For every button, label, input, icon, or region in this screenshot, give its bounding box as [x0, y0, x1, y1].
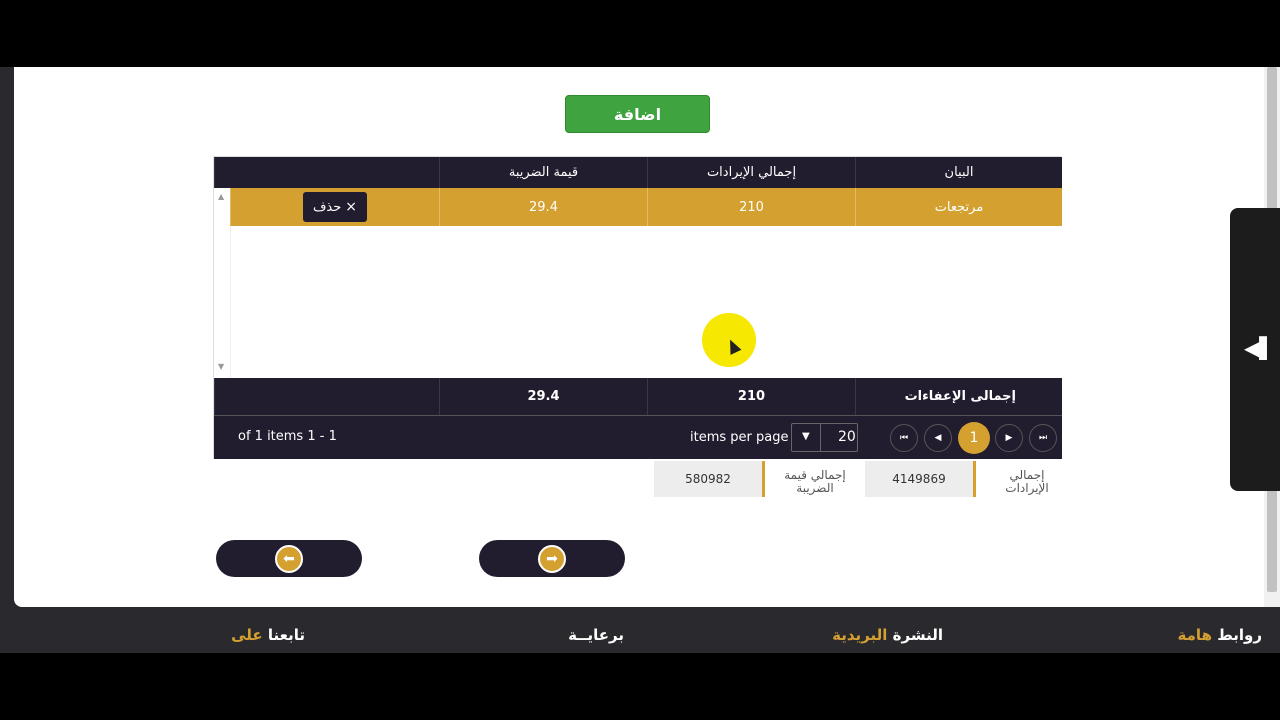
items-per-page-label: items per page — [690, 430, 789, 445]
prev-page-icon[interactable]: ◀ — [924, 424, 952, 452]
total-revenue-field[interactable]: 4149869 — [865, 461, 976, 497]
page: اضافة البيان إجمالي الإيرادات قيمة الضري… — [0, 67, 1280, 653]
grid-header: البيان إجمالي الإيرادات قيمة الضريبة — [214, 157, 1062, 188]
arrow-left-icon: ⬅ — [275, 544, 303, 573]
chevron-down-icon: ▼ — [802, 431, 810, 442]
grid-footer: إجمالى الإعفاءات 210 29.4 — [214, 378, 1062, 415]
delete-button[interactable]: حذف × — [302, 192, 368, 222]
column-header-actions — [214, 157, 439, 188]
previous-step-button[interactable]: ⬅ — [216, 540, 362, 577]
arrow-right-icon: ➡ — [538, 544, 566, 573]
close-icon: × — [345, 199, 358, 215]
last-page-icon[interactable]: ⏭ — [1029, 424, 1057, 452]
table-row[interactable]: مرتجعات 210 29.4 حذف × — [230, 188, 1062, 226]
add-button[interactable]: اضافة — [565, 95, 710, 133]
collapse-panel-icon: ◀▌ — [1244, 336, 1275, 360]
page-size-value: 20 — [838, 429, 856, 445]
first-page-icon[interactable]: ⏮ — [890, 424, 918, 452]
cell-description: مرتجعات — [855, 188, 1062, 226]
cell-revenue: 210 — [647, 188, 855, 226]
pager-info: of 1 items 1 - 1 — [238, 429, 337, 444]
scroll-down-icon[interactable]: ▼ — [218, 362, 224, 371]
footer-revenue: 210 — [647, 378, 855, 415]
pager: of 1 items 1 - 1 items per page ▼ 20 ⏮ ◀… — [214, 415, 1062, 459]
footer-tax: 29.4 — [439, 378, 647, 415]
footer-follow-heading[interactable]: تابعنا على — [231, 626, 305, 644]
page-size-select[interactable]: ▼ 20 — [791, 423, 858, 452]
grid-body[interactable]: ▲ ▼ مرتجعات 210 29.4 حذف × — [214, 188, 1062, 378]
cell-tax: 29.4 — [439, 188, 647, 226]
main-content: اضافة البيان إجمالي الإيرادات قيمة الضري… — [14, 67, 1280, 607]
total-tax-field[interactable]: 580982 — [654, 461, 765, 497]
footer-links-heading[interactable]: روابط هامة — [1178, 626, 1262, 644]
site-footer: روابط هامة النشرة البريدية برعايــة تابع… — [0, 620, 1280, 650]
footer-label: إجمالى الإعفاءات — [855, 378, 1062, 415]
column-header-description[interactable]: البيان — [855, 157, 1062, 188]
grid-scrollbar[interactable]: ▲ ▼ — [214, 188, 231, 378]
column-header-tax[interactable]: قيمة الضريبة — [439, 157, 647, 188]
taxes-grid: البيان إجمالي الإيرادات قيمة الضريبة ▲ ▼… — [213, 156, 1062, 459]
side-panel-toggle[interactable]: ◀▌ — [1230, 208, 1280, 491]
footer-sponsor-heading[interactable]: برعايــة — [568, 626, 624, 644]
footer-empty — [214, 378, 439, 415]
next-step-button[interactable]: ➡ — [479, 540, 625, 577]
delete-label: حذف — [312, 199, 342, 215]
next-page-icon[interactable]: ▶ — [995, 424, 1023, 452]
column-header-revenue[interactable]: إجمالي الإيرادات — [647, 157, 855, 188]
total-revenue-label: إجمالي الإيرادات — [1005, 468, 1049, 495]
total-tax-label: إجمالي قيمة الضريبة — [784, 468, 846, 495]
page-number-current[interactable]: 1 — [958, 422, 990, 454]
cell-actions: حذف × — [230, 188, 439, 226]
footer-newsletter-heading[interactable]: النشرة البريدية — [832, 626, 943, 644]
scroll-up-icon[interactable]: ▲ — [218, 192, 224, 201]
